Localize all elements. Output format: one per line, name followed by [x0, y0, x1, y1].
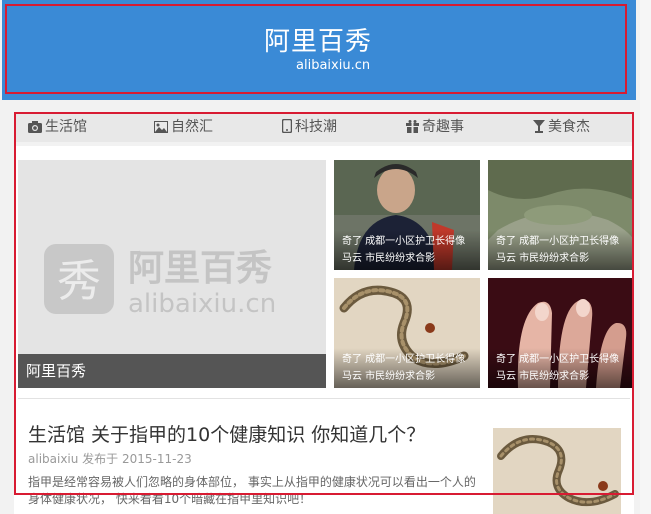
- article-meta: alibaixiu 发布于 2015-11-23: [28, 452, 192, 466]
- thumb-caption-line: 马云 市民纷纷求合影: [342, 253, 436, 264]
- camera-icon: [28, 121, 42, 133]
- hero-logo-mark: 秀: [57, 256, 101, 307]
- highlight-box-header: [5, 4, 627, 94]
- thumb-caption-line: 奇了 成都一小区护卫长得像: [496, 236, 620, 247]
- category-nav: 生活馆 自然汇 科技潮 奇趣事 美食杰: [14, 112, 634, 142]
- article-title[interactable]: 生活馆 关于指甲的10个健康知识 你知道几个？: [28, 420, 425, 447]
- article-thumbnail[interactable]: [493, 428, 621, 514]
- thumb-caption-line: 奇了 成都一小区护卫长得像: [342, 236, 466, 247]
- thumb-caption-line: 马云 市民纷纷求合影: [496, 371, 590, 382]
- thumb-caption-line: 马云 市民纷纷求合影: [342, 371, 436, 382]
- nav-label: 美食杰: [548, 119, 590, 135]
- gift-icon: [406, 120, 419, 133]
- article-photo-snake: [493, 428, 621, 514]
- news-thumb-3[interactable]: 奇了 成都一小区护卫长得像 马云 市民纷纷求合影: [334, 278, 480, 388]
- thumb-caption: 奇了 成都一小区护卫长得像 马云 市民纷纷求合影: [488, 348, 634, 388]
- nav-label: 奇趣事: [422, 119, 464, 135]
- article-description: 指甲是经常容易被人们忽略的身体部位， 事实上从指甲的健康状况可以看出一个人的身体…: [28, 475, 476, 506]
- hero-caption: 阿里百秀: [18, 354, 326, 388]
- thumb-caption-line: 马云 市民纷纷求合影: [496, 253, 590, 264]
- hero-logo: 秀 阿里百秀 alibaixiu.cn: [44, 240, 304, 324]
- nav-label: 生活馆: [45, 119, 87, 135]
- news-thumb-4[interactable]: 奇了 成都一小区护卫长得像 马云 市民纷纷求合影: [488, 278, 634, 388]
- thumb-caption: 奇了 成都一小区护卫长得像 马云 市民纷纷求合影: [334, 348, 480, 388]
- nav-label: 自然汇: [171, 119, 213, 135]
- nav-item-tech[interactable]: 科技潮: [281, 112, 337, 142]
- hero-logo-cn: 阿里百秀: [128, 248, 272, 289]
- image-icon: [154, 121, 168, 133]
- nav-label: 科技潮: [295, 119, 337, 135]
- nav-item-nature[interactable]: 自然汇: [154, 112, 213, 142]
- section-divider: [18, 398, 630, 399]
- hero-banner[interactable]: 秀 阿里百秀 alibaixiu.cn 阿里百秀: [18, 160, 326, 388]
- thumb-caption: 奇了 成都一小区护卫长得像 马云 市民纷纷求合影: [334, 230, 480, 270]
- thumb-caption: 奇了 成都一小区护卫长得像 马云 市民纷纷求合影: [488, 230, 634, 270]
- page: 阿里百秀 alibaixiu.cn 生活馆 自然汇 科技潮 奇趣事 美食杰 秀 …: [0, 0, 651, 514]
- news-thumb-1[interactable]: 奇了 成都一小区护卫长得像 马云 市民纷纷求合影: [334, 160, 480, 270]
- news-thumb-2[interactable]: 奇了 成都一小区护卫长得像 马云 市民纷纷求合影: [488, 160, 634, 270]
- cocktail-icon: [533, 120, 545, 133]
- nav-item-life[interactable]: 生活馆: [28, 112, 87, 142]
- thumb-caption-line: 奇了 成都一小区护卫长得像: [496, 354, 620, 365]
- nav-item-fun[interactable]: 奇趣事: [406, 112, 464, 142]
- thumb-caption-line: 奇了 成都一小区护卫长得像: [342, 354, 466, 365]
- nav-item-food[interactable]: 美食杰: [533, 112, 590, 142]
- mobile-icon: [281, 118, 293, 134]
- hero-logo-en: alibaixiu.cn: [128, 289, 276, 319]
- scrollbar[interactable]: [640, 0, 651, 514]
